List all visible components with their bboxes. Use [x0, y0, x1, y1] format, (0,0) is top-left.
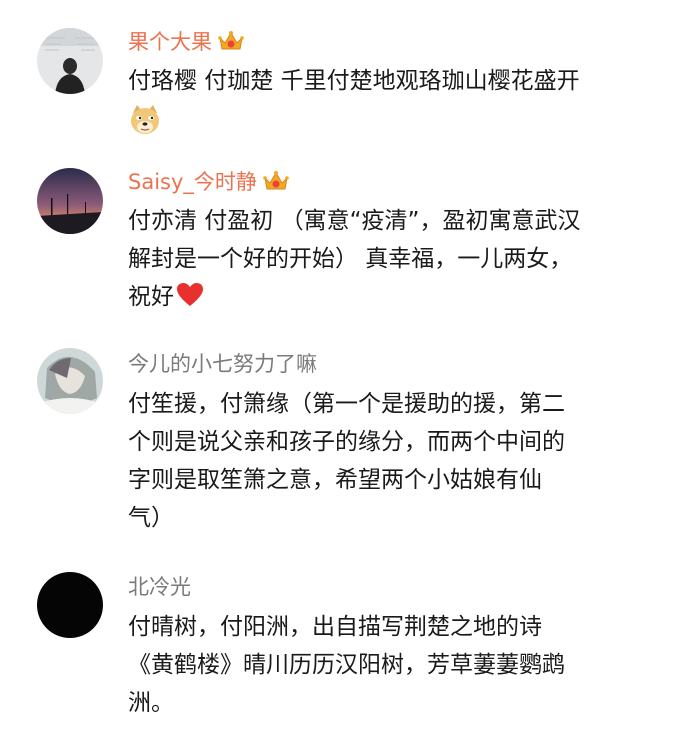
- avatar[interactable]: [37, 572, 103, 638]
- vip-crown-icon: [218, 30, 244, 59]
- comment-line: 个则是说父亲和孩子的缘分，而两个中间的: [128, 429, 565, 455]
- vip-crown-icon: [263, 170, 289, 199]
- heart-emoji: [176, 282, 204, 320]
- comment-item: Saisy_今时静 付亦清 付盈初 （寓意“疫清”，盈初寓意武汉 解封是一个好的…: [0, 150, 683, 340]
- comment-text: 付亦清 付盈初 （寓意“疫清”，盈初寓意武汉 解封是一个好的开始） 真幸福，一儿…: [128, 202, 658, 320]
- doge-emoji: [128, 103, 162, 137]
- username[interactable]: 今儿的小七努力了嘛: [128, 350, 317, 378]
- comment-text: 付笙援，付箫缘（第一个是援助的援，第二 个则是说父亲和孩子的缘分，而两个中间的 …: [128, 385, 658, 537]
- comment-line: 洲。: [128, 690, 174, 716]
- comment-line: 付晴树，付阳洲，出自描写荆楚之地的诗: [128, 614, 542, 640]
- username-text[interactable]: 果个大果: [128, 30, 212, 54]
- comment-line: 字则是取笙箫之意，希望两个小姑娘有仙: [128, 467, 542, 493]
- comment-text: 付晴树，付阳洲，出自描写荆楚之地的诗 《黄鹤楼》晴川历历汉阳树，芳草萋萋鹦鹉 洲…: [128, 608, 658, 722]
- username[interactable]: Saisy_今时静: [128, 168, 289, 199]
- avatar[interactable]: [37, 28, 103, 94]
- comment-line: 祝好: [128, 284, 174, 310]
- avatar[interactable]: [37, 168, 103, 234]
- username-text[interactable]: 今儿的小七努力了嘛: [128, 352, 317, 376]
- comment-item: 今儿的小七努力了嘛 付笙援，付箫缘（第一个是援助的援，第二 个则是说父亲和孩子的…: [0, 340, 683, 565]
- comment-item: 果个大果 付珞樱 付珈楚 千里付楚地观珞珈山樱花盛开: [0, 0, 683, 150]
- comment-line: 付珞樱 付珈楚 千里付楚地观珞珈山樱花盛开: [128, 68, 580, 94]
- comment-line: 付笙援，付箫缘（第一个是援助的援，第二: [128, 391, 565, 417]
- avatar[interactable]: [37, 348, 103, 414]
- comment-line: 气）: [128, 505, 174, 531]
- username-text[interactable]: Saisy_今时静: [128, 170, 257, 194]
- comment-line: 解封是一个好的开始） 真幸福，一儿两女，: [128, 246, 573, 272]
- comment-line: 付亦清 付盈初 （寓意“疫清”，盈初寓意武汉: [128, 208, 581, 234]
- username[interactable]: 北冷光: [128, 573, 191, 601]
- comment-line-with-heart: 祝好: [128, 278, 658, 320]
- username[interactable]: 果个大果: [128, 28, 244, 59]
- comment-text: 付珞樱 付珈楚 千里付楚地观珞珈山樱花盛开: [128, 62, 658, 100]
- comment-item: 北冷光 付晴树，付阳洲，出自描写荆楚之地的诗 《黄鹤楼》晴川历历汉阳树，芳草萋萋…: [0, 565, 683, 736]
- username-text[interactable]: 北冷光: [128, 575, 191, 599]
- comment-line: 《黄鹤楼》晴川历历汉阳树，芳草萋萋鹦鹉: [128, 652, 565, 678]
